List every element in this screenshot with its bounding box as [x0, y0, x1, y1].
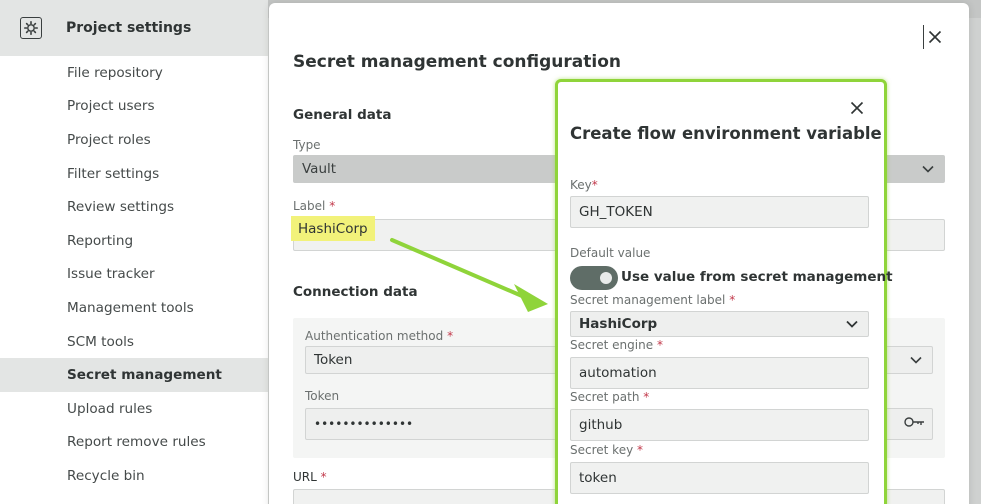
dialog-title: Create flow environment variable [570, 124, 882, 143]
auth-method-label: Authentication method * [305, 329, 454, 343]
key-input[interactable]: GH_TOKEN [570, 196, 869, 228]
label-field-label: Label * [293, 199, 336, 213]
auth-method-value: Token [314, 352, 353, 368]
toggle-label: Use value from secret management [621, 269, 893, 285]
sidebar-item-secret-management[interactable]: Secret management [0, 358, 268, 392]
create-flow-env-variable-dialog: Create flow environment variable Key* GH… [555, 79, 893, 504]
secret-engine-input[interactable]: automation [570, 357, 869, 389]
secret-key-label: Secret key * [570, 443, 644, 457]
secret-path-input[interactable]: github [570, 409, 869, 441]
modal-title: Secret management configuration [293, 52, 621, 72]
secret-engine-label: Secret engine * [570, 338, 663, 352]
sidebar-item-project-users[interactable]: Project users [0, 90, 268, 124]
project-settings-sidebar: Project settings File repository Project… [0, 0, 268, 504]
sidebar-item-reporting[interactable]: Reporting [0, 224, 268, 258]
key-icon[interactable] [904, 416, 926, 432]
type-value: Vault [302, 161, 337, 177]
sidebar-item-management-tools[interactable]: Management tools [0, 291, 268, 325]
sidebar-item-issue-tracker[interactable]: Issue tracker [0, 258, 268, 292]
close-icon[interactable] [850, 100, 864, 119]
toggle-knob [600, 272, 612, 284]
sidebar-item-filter-settings[interactable]: Filter settings [0, 157, 268, 191]
sidebar-item-upload-rules[interactable]: Upload rules [0, 392, 268, 426]
sidebar-item-scm-tools[interactable]: SCM tools [0, 325, 268, 359]
token-value: •••••••••••••• [314, 417, 414, 431]
gear-icon[interactable] [20, 17, 42, 39]
secret-management-label-value: HashiCorp [579, 316, 658, 332]
sidebar-title: Project settings [66, 20, 192, 36]
chevron-down-icon [910, 352, 922, 368]
secret-management-label-label: Secret management label * [570, 293, 736, 307]
secret-key-input[interactable]: token [570, 462, 869, 494]
sidebar-item-recycle-bin[interactable]: Recycle bin [0, 459, 268, 493]
sidebar-item-project-roles[interactable]: Project roles [0, 123, 268, 157]
token-label: Token [305, 389, 340, 403]
type-label: Type [293, 138, 321, 152]
sidebar-item-review-settings[interactable]: Review settings [0, 190, 268, 224]
key-label: Key* [570, 178, 598, 192]
sidebar-header: Project settings [0, 0, 268, 56]
connection-data-heading: Connection data [293, 284, 418, 300]
close-icon[interactable] [923, 25, 945, 49]
sidebar-item-file-repository[interactable]: File repository [0, 56, 268, 90]
secret-management-toggle[interactable] [570, 266, 618, 290]
secret-management-label-select[interactable]: HashiCorp [570, 311, 869, 337]
sidebar-item-report-remove-rules[interactable]: Report remove rules [0, 426, 268, 460]
general-data-heading: General data [293, 107, 392, 123]
secret-path-label: Secret path * [570, 390, 650, 404]
chevron-down-icon [846, 316, 858, 332]
default-value-label: Default value [570, 246, 651, 260]
label-value-highlight: HashiCorp [291, 216, 375, 241]
chevron-down-icon [922, 161, 934, 177]
url-label: URL * [293, 470, 327, 484]
